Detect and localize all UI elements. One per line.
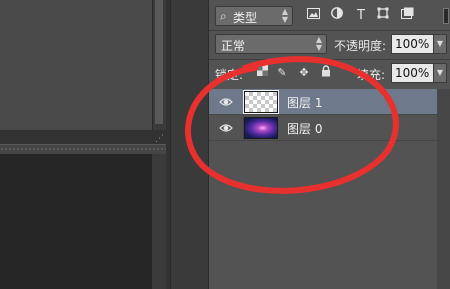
filter-toggle-switch[interactable] [443,8,449,24]
fill-field[interactable]: 100% [391,63,435,83]
shape-filter-icon[interactable] [375,7,391,25]
opacity-field[interactable]: 100% [391,34,435,54]
eye-icon[interactable] [219,95,233,109]
eye-icon[interactable] [219,121,233,135]
fill-label: 填充: [357,68,386,82]
blend-row: 正常 ▲ ▼ 不透明度: 100% ▼ [209,34,450,56]
layers-scrollbar[interactable] [437,89,450,289]
second-vertical-scrollbar[interactable] [152,154,166,289]
lock-image-pixels-icon[interactable]: ✎ [275,65,289,81]
layer-name[interactable]: 图层 1 [287,94,322,111]
smart-object-filter-icon[interactable] [399,7,415,25]
image-filter-icon[interactable] [305,7,321,25]
fill-dropdown-button[interactable]: ▼ [433,63,447,83]
opacity-dropdown-button[interactable]: ▼ [433,34,447,54]
opacity-label: 不透明度: [334,39,387,53]
layers-list: 图层 1 图层 0 [209,89,450,289]
canvas-area[interactable] [0,0,152,130]
adjustment-filter-icon[interactable] [329,7,345,25]
second-document-area[interactable] [0,154,152,289]
layer-row[interactable]: 图层 1 [209,89,437,115]
layer-name[interactable]: 图层 0 [287,120,322,137]
layer-thumbnail[interactable] [243,90,279,114]
select-stepper-icon: ▲ ▼ [315,35,322,52]
resize-grip-icon[interactable]: ⋰ [155,134,167,144]
layer-filter-row: ⌕ 类型 ▲ ▼ T [209,6,450,28]
layers-panel: ⌕ 类型 ▲ ▼ T 正常 ▲ ▼ 不透明度: 100% ▼ 锁定: ✎ ✥ 填… [208,0,450,289]
document-window: ⋰ [0,0,170,289]
lock-label: 锁定: [215,68,244,82]
blend-mode-select[interactable]: 正常 ▲ ▼ [215,34,327,54]
filter-kind-label: 类型 [233,11,258,25]
scrollbar-thumb[interactable] [155,0,163,124]
layer-thumbnail[interactable] [244,117,278,139]
blend-mode-value: 正常 [221,39,246,53]
lock-position-icon[interactable]: ✥ [297,65,311,81]
divider-grip [0,148,166,150]
lock-all-icon[interactable] [319,65,333,81]
layer-row[interactable]: 图层 0 [209,115,437,141]
search-icon: ⌕ [220,9,227,23]
divider [209,30,450,31]
lock-transparent-pixels-icon[interactable] [255,65,269,81]
lock-row: 锁定: ✎ ✥ 填充: 100% ▼ [209,63,450,85]
panel-dock-gutter [170,0,208,289]
divider [209,59,450,60]
type-filter-icon[interactable]: T [353,7,369,25]
select-stepper-icon: ▲ ▼ [281,7,288,24]
filter-kind-select[interactable]: ⌕ 类型 ▲ ▼ [215,6,293,26]
